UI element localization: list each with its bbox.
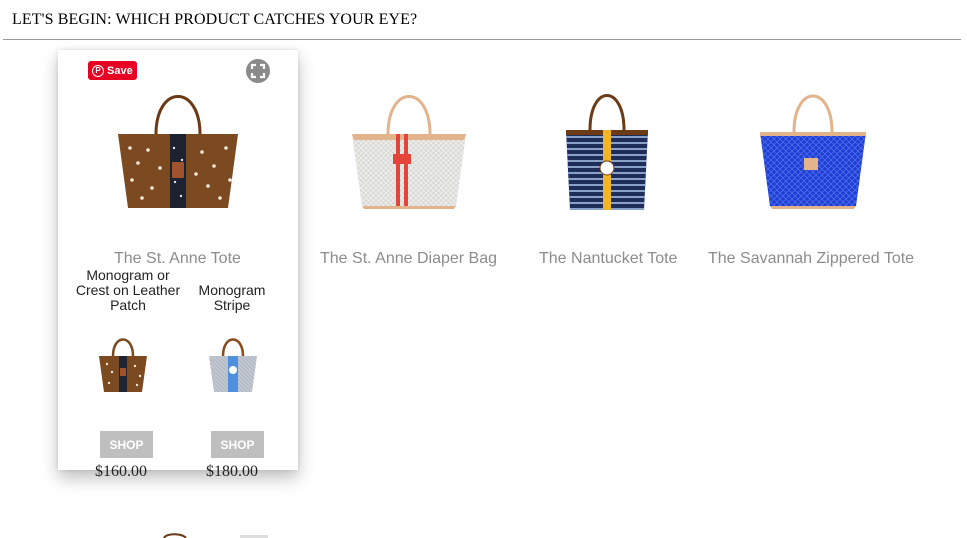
- shop-button-stripe[interactable]: SHOP: [211, 431, 264, 458]
- product-title-st-anne-diaper-bag[interactable]: The St. Anne Diaper Bag: [320, 250, 497, 268]
- shop-button-patch[interactable]: SHOP: [100, 431, 153, 458]
- variant-label-stripe: Monogram Stripe: [198, 282, 266, 313]
- cropped-product-image: [163, 533, 268, 538]
- product-title-nantucket-tote[interactable]: The Nantucket Tote: [539, 250, 677, 268]
- page-heading: LET'S BEGIN: WHICH PRODUCT CATCHES YOUR …: [12, 11, 418, 28]
- product-image-st-anne-tote[interactable]: [112, 88, 244, 216]
- variant-label-patch: Monogram or Crest on Leather Patch: [75, 267, 181, 313]
- product-title-st-anne-tote[interactable]: The St. Anne Tote: [114, 250, 241, 268]
- divider: [3, 39, 961, 40]
- product-image-st-anne-diaper-bag[interactable]: [346, 88, 472, 212]
- product-image-savannah-zippered-tote[interactable]: [756, 88, 870, 212]
- variant-thumb-stripe[interactable]: [205, 328, 261, 396]
- expand-icon[interactable]: [246, 59, 270, 83]
- save-label: Save: [107, 64, 133, 77]
- pinterest-save-button[interactable]: P Save: [88, 61, 137, 80]
- variant-price-stripe: $180.00: [206, 463, 258, 480]
- product-image-nantucket-tote[interactable]: [560, 88, 654, 214]
- variant-thumb-patch[interactable]: [95, 328, 151, 396]
- variant-price-patch: $160.00: [95, 463, 147, 480]
- pinterest-icon: P: [92, 64, 104, 77]
- product-title-savannah-zippered-tote[interactable]: The Savannah Zippered Tote: [708, 250, 914, 268]
